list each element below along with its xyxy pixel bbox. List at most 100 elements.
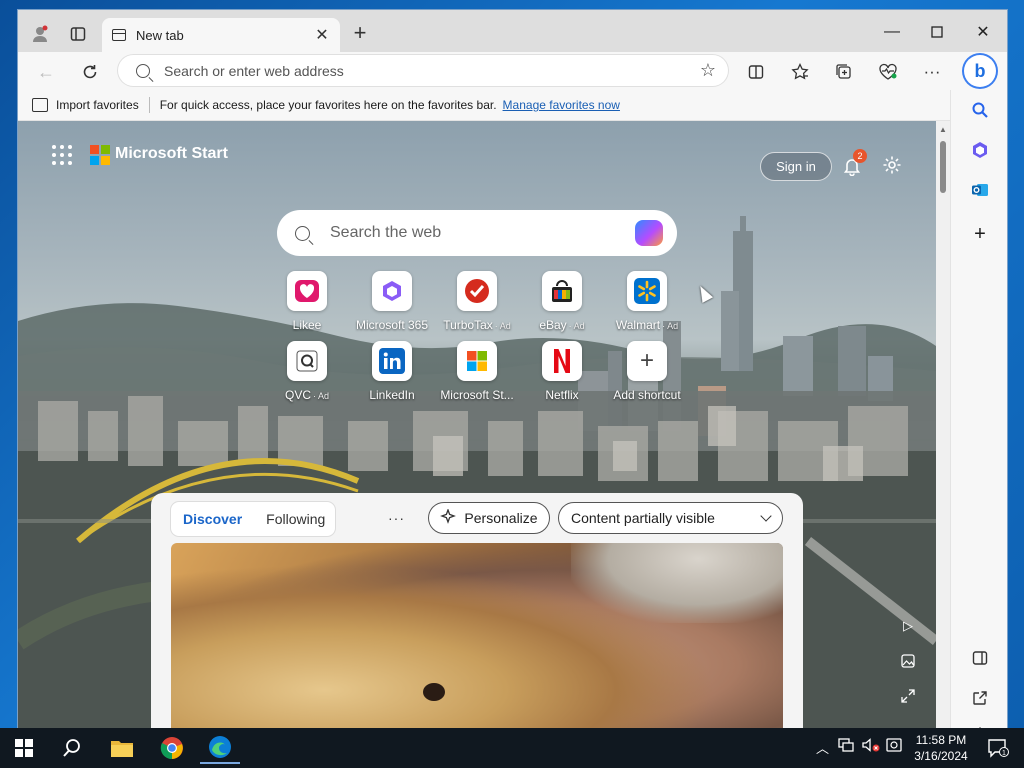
scrollbar-thumb[interactable] <box>940 141 946 193</box>
favorites-bar: Import favorites For quick access, place… <box>18 90 950 121</box>
web-search-box[interactable]: Search the web <box>277 210 677 256</box>
shortcut-microsoft-store[interactable]: Microsoft St... <box>432 341 522 407</box>
page-settings-gear-icon[interactable] <box>880 153 904 177</box>
web-search-icon <box>295 225 310 241</box>
shortcut-netflix[interactable]: Netflix <box>517 341 607 407</box>
import-favorites-icon[interactable] <box>32 98 48 112</box>
refresh-button[interactable] <box>76 58 104 86</box>
close-window-button[interactable]: ✕ <box>960 18 1006 46</box>
featured-story-image[interactable] <box>171 543 783 728</box>
manage-favorites-link[interactable]: Manage favorites now <box>503 98 620 112</box>
notification-badge: 2 <box>853 149 867 163</box>
action-center-count: 1 <box>1002 750 1006 757</box>
sidebar-add-icon[interactable]: + <box>968 222 992 246</box>
show-hidden-icons[interactable]: ︿ <box>816 738 829 757</box>
system-clock[interactable]: 11:58 PM 3/16/2024 <box>908 732 974 764</box>
shortcut-microsoft-365[interactable]: Microsoft 365 <box>347 271 437 337</box>
feed-more-icon[interactable]: ··· <box>388 510 405 526</box>
edge-taskbar-icon[interactable] <box>200 732 240 764</box>
apps-launcher-icon[interactable] <box>52 145 72 165</box>
ad-tag: · Ad <box>494 321 511 331</box>
ebay-icon <box>542 271 582 311</box>
tab-title: New tab <box>136 27 184 43</box>
windows-update-icon[interactable] <box>886 738 902 755</box>
scroll-up-icon[interactable]: ▲ <box>939 125 947 134</box>
tab-following[interactable]: Following <box>254 511 337 527</box>
shortcut-likee[interactable]: Likee <box>262 271 352 337</box>
split-screen-icon[interactable] <box>742 58 770 86</box>
walmart-icon <box>627 271 667 311</box>
favorite-star-icon[interactable]: ☆ <box>700 60 716 81</box>
microsoft-store-icon <box>457 341 497 381</box>
tab-actions-icon[interactable] <box>66 22 90 46</box>
turbotax-icon <box>457 271 497 311</box>
content-visibility-dropdown[interactable]: Content partially visible <box>558 502 783 534</box>
search-icon <box>136 63 150 78</box>
close-tab-icon[interactable]: ✕ <box>314 25 330 45</box>
edge-sidebar: + ⚙ <box>950 90 1007 728</box>
sign-in-button[interactable]: Sign in <box>760 152 832 181</box>
content-feed: Discover Following ··· Personalize Conte… <box>151 493 803 728</box>
new-tab-page-icon <box>112 29 126 41</box>
feed-tabs: Discover Following <box>171 502 335 536</box>
likee-icon <box>287 271 327 311</box>
clock-date: 3/16/2024 <box>914 749 968 763</box>
favorites-icon[interactable] <box>786 58 814 86</box>
chrome-icon[interactable] <box>152 732 192 764</box>
minimize-button[interactable]: — <box>869 18 915 46</box>
taskbar-search-icon[interactable] <box>52 732 92 764</box>
copilot-search-icon[interactable] <box>635 220 663 246</box>
network-icon[interactable] <box>838 738 854 755</box>
collections-icon[interactable] <box>830 58 858 86</box>
profile-icon[interactable] <box>28 22 52 46</box>
personalize-button[interactable]: Personalize <box>428 502 550 534</box>
address-placeholder: Search or enter web address <box>164 62 344 79</box>
new-tab-button[interactable]: + <box>348 22 372 46</box>
add-shortcut-icon: + <box>627 341 667 381</box>
shortcut-linkedin[interactable]: LinkedIn <box>347 341 437 407</box>
start-button[interactable] <box>4 732 44 764</box>
windows-taskbar: ︿ 11:58 PM 3/16/2024 1 <box>0 728 1024 768</box>
volume-muted-icon[interactable] <box>862 738 880 755</box>
shortcut-label: Microsoft St... <box>440 388 514 402</box>
page-scrollbar[interactable]: ▲ <box>936 121 950 728</box>
hide-sidebar-icon[interactable] <box>968 646 992 670</box>
expand-icon[interactable] <box>898 686 918 706</box>
shortcut-walmart[interactable]: Walmart · Ad <box>602 271 692 337</box>
tab-bar: New tab ✕ + — ✕ <box>18 10 1007 52</box>
more-options-icon[interactable]: ··· <box>918 58 946 86</box>
brand-title[interactable]: Microsoft Start <box>115 145 228 163</box>
ad-tag: · Ad <box>662 321 679 331</box>
background-image-icon[interactable] <box>898 651 918 671</box>
import-favorites-button[interactable]: Import favorites <box>56 98 139 112</box>
back-button[interactable]: ← <box>32 58 60 86</box>
shortcut-ebay[interactable]: eBay · Ad <box>517 271 607 337</box>
shortcut-add[interactable]: + Add shortcut <box>602 341 692 407</box>
photo-detail <box>423 683 445 701</box>
tab-new-tab[interactable]: New tab ✕ <box>102 18 340 52</box>
browser-essentials-icon[interactable] <box>874 58 902 86</box>
sidebar-outlook-icon[interactable] <box>968 178 992 202</box>
browser-toolbar: ← Search or enter web address ☆ ··· b <box>18 52 1007 90</box>
microsoft-logo-icon <box>90 145 110 165</box>
sidebar-m365-icon[interactable] <box>968 138 992 162</box>
shortcut-label: Walmart <box>615 318 661 332</box>
play-video-icon[interactable]: ▷ <box>898 616 918 636</box>
address-bar[interactable]: Search or enter web address ☆ <box>118 55 728 86</box>
shortcut-label: LinkedIn <box>369 388 415 402</box>
shortcut-qvc[interactable]: QVC · Ad <box>262 341 352 407</box>
shortcut-label: Microsoft 365 <box>355 318 429 332</box>
tab-discover[interactable]: Discover <box>171 511 254 527</box>
action-center-icon[interactable]: 1 <box>978 732 1018 764</box>
sidebar-search-icon[interactable] <box>968 98 992 122</box>
file-explorer-icon[interactable] <box>102 732 142 764</box>
shortcut-label: TurboTax <box>443 318 493 332</box>
shortcut-label: Netflix <box>545 388 579 402</box>
new-tab-page: Microsoft Start Sign in 2 Search the web… <box>18 121 936 728</box>
ad-tag: · Ad <box>313 391 330 401</box>
shortcut-turbotax[interactable]: TurboTax · Ad <box>432 271 522 337</box>
open-in-window-icon[interactable] <box>968 686 992 710</box>
windows-logo-icon <box>15 739 33 757</box>
copilot-icon[interactable]: b <box>964 55 996 87</box>
maximize-button[interactable] <box>914 18 960 46</box>
